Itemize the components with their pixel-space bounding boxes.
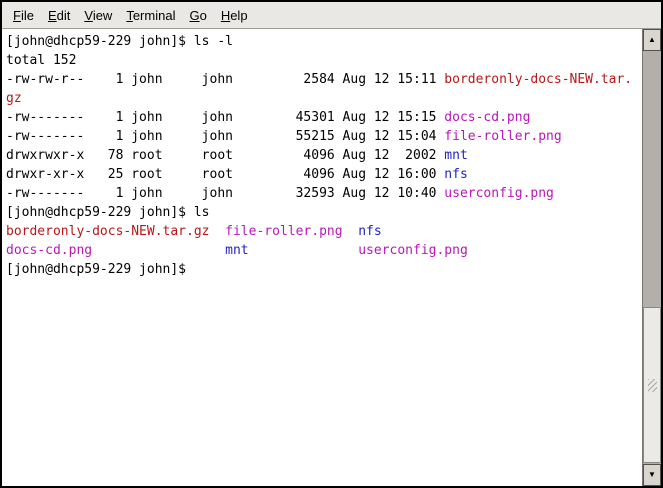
terminal-line: [john@dhcp59-229 john]$ (6, 260, 642, 279)
down-arrow-icon: ▼ (648, 471, 656, 479)
up-arrow-icon: ▲ (648, 36, 656, 44)
terminal-line: -rw------- 1 john john 55215 Aug 12 15:0… (6, 127, 642, 146)
menu-view[interactable]: View (77, 3, 119, 28)
terminal-line: [john@dhcp59-229 john]$ ls (6, 203, 642, 222)
terminal-line: total 152 (6, 51, 642, 70)
menu-file[interactable]: File (6, 3, 41, 28)
terminal-line: -rw------- 1 john john 45301 Aug 12 15:1… (6, 108, 642, 127)
terminal-line: borderonly-docs-NEW.tar.gz file-roller.p… (6, 222, 642, 241)
menu-terminal[interactable]: Terminal (119, 3, 182, 28)
scrollbar-track[interactable] (643, 51, 661, 464)
scrollbar-thumb[interactable] (643, 307, 661, 463)
terminal-line: drwxr-xr-x 25 root root 4096 Aug 12 16:0… (6, 165, 642, 184)
terminal-line: gz (6, 89, 642, 108)
terminal-line: [john@dhcp59-229 john]$ ls -l (6, 32, 642, 51)
terminal-line: docs-cd.png mnt userconfig.png (6, 241, 642, 260)
window-body: [john@dhcp59-229 john]$ ls -ltotal 152-r… (2, 29, 661, 486)
terminal-line: -rw------- 1 john john 32593 Aug 12 10:4… (6, 184, 642, 203)
menu-go[interactable]: Go (182, 3, 213, 28)
terminal-screen[interactable]: [john@dhcp59-229 john]$ ls -ltotal 152-r… (2, 29, 642, 486)
terminal-window: File Edit View Terminal Go Help [john@dh… (0, 0, 663, 488)
terminal-line: drwxrwxr-x 78 root root 4096 Aug 12 2002… (6, 146, 642, 165)
menu-edit[interactable]: Edit (41, 3, 77, 28)
scroll-down-button[interactable]: ▼ (643, 464, 661, 486)
scrollbar: ▲ ▼ (642, 29, 661, 486)
terminal-line: -rw-rw-r-- 1 john john 2584 Aug 12 15:11… (6, 70, 642, 89)
menu-bar: File Edit View Terminal Go Help (2, 2, 661, 29)
scrollbar-grip-icon (648, 379, 657, 392)
menu-help[interactable]: Help (214, 3, 255, 28)
scroll-up-button[interactable]: ▲ (643, 29, 661, 51)
